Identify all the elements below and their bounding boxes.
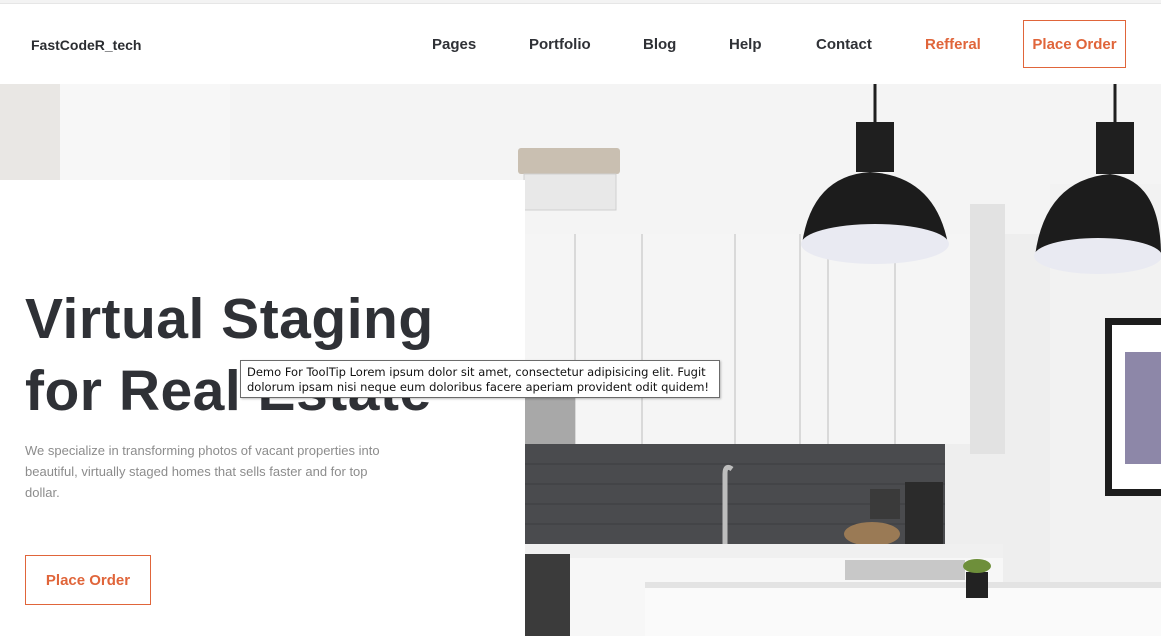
hero-description: We specialize in transforming photos of …: [25, 443, 380, 500]
tooltip: Demo For ToolTip Lorem ipsum dolor sit a…: [240, 360, 720, 398]
nav-link-portfolio[interactable]: Portfolio: [529, 36, 591, 53]
site-header: FastCodeR_tech Pages Portfolio Blog Help…: [0, 4, 1161, 84]
header-place-order-button[interactable]: Place Order: [1023, 20, 1126, 68]
hero-place-order-button[interactable]: Place Order: [25, 555, 151, 605]
nav-link-refferal[interactable]: Refferal: [925, 36, 981, 53]
hero-title: Virtual Staging for Real Estate: [25, 283, 505, 427]
nav-link-pages[interactable]: Pages: [432, 36, 476, 53]
nav-link-contact[interactable]: Contact: [816, 36, 872, 53]
nav-link-help[interactable]: Help: [729, 36, 762, 53]
nav-link-blog[interactable]: Blog: [643, 36, 676, 53]
brand-logo[interactable]: FastCodeR_tech: [31, 37, 141, 53]
hero-title-line-1: Virtual Staging: [25, 287, 434, 351]
